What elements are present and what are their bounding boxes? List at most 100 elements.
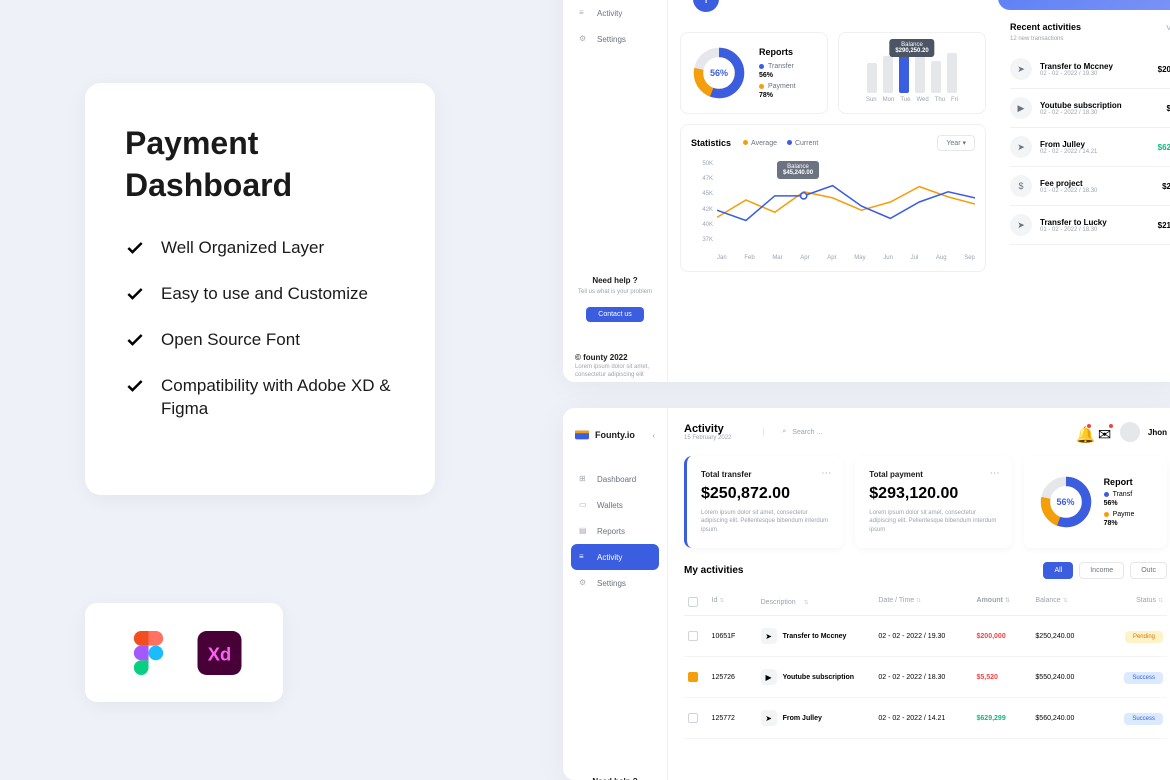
statistics-card: Statistics Average Current Year ▾ 50K47K… [680,124,986,272]
feature-text: Easy to use and Customize [161,282,368,306]
search-input[interactable]: ⌕ Search ... [763,428,822,436]
figma-icon [125,631,172,675]
checkbox[interactable] [688,631,698,641]
collapse-icon[interactable]: ‹ [652,431,655,440]
page-title: Activity [684,423,731,435]
user-item[interactable]: + [690,0,722,16]
filter-income[interactable]: Income [1079,562,1124,579]
user-item[interactable]: Lucky#1825 [901,0,933,16]
activity-filters: All Income Outc [1043,562,1167,579]
status-badge: Success [1124,713,1163,725]
feature-item: Open Source Font [125,328,395,352]
contact-button[interactable]: Contact us [586,307,643,322]
stat-card-transfer: ⋯ Total transfer $250,872.00 Lorem ipsum… [684,456,843,548]
avatar[interactable] [1120,422,1140,442]
check-icon [125,376,145,396]
xd-icon: Xd [196,631,243,675]
checkbox[interactable] [688,713,698,723]
balance-tooltip: Balance$290,250.20 [889,39,934,57]
sidebar-item-wallets[interactable]: ▭Wallets [571,492,659,518]
table-row[interactable]: 125772 ➤From Julley 02 - 02 - 2022 / 14.… [684,698,1167,739]
user-item[interactable]: Frankie#1825 [817,0,849,16]
sidebar-item-activity[interactable]: ≡Activity [571,544,659,570]
activity-row[interactable]: ▶Youtube subscription02 - 02 - 2022 / 18… [1010,89,1170,128]
sort-icon[interactable]: ⇅ [719,598,724,604]
stat-card-payment: ⋯ Total payment $293,120.00 Lorem ipsum … [855,456,1011,548]
checkbox[interactable] [688,672,698,682]
check-icon [125,284,145,304]
feature-item: Well Organized Layer [125,236,395,260]
sidebar-item-settings[interactable]: ⚙Settings [571,26,659,52]
more-icon[interactable]: ⋯ [821,468,831,479]
dashboard-right-panel: 2516 **** **** 6121 Recent activitiesV 1… [998,0,1170,382]
stat-card-reports: 56% Report Transf 56% Payme 78% [1024,456,1167,548]
sidebar-item-dashboard[interactable]: ⊞Dashboard [571,466,659,492]
activity-icon: ≡ [579,552,589,562]
recent-title: Recent activities [1010,22,1081,32]
sidebar: Founty.io ‹ ⊞Dashboard ▭Wallets ▤Reports… [563,408,668,780]
dashboard-preview-1: ▤Reports ≡Activity ⚙Settings Need help ?… [563,0,1170,382]
dashboard-main: Activity 15 February 2022 ⌕ Search ... 🔔… [668,408,1170,780]
reports-card: 56% Reports Transfer 56% Payment 78% [680,32,828,114]
row-icon: ➤ [761,628,777,644]
row-icon: ▶ [761,669,777,685]
table-row[interactable]: 125726 ▶Youtube subscription 02 - 02 - 2… [684,657,1167,698]
activity-row[interactable]: $Fee project01 - 02 - 2022 / 18.30$2 [1010,167,1170,206]
table-header: Id⇅ Description⇅ Date / Time⇅ Amount⇅ Ba… [684,589,1167,616]
feature-text: Open Source Font [161,328,300,352]
gear-icon: ⚙ [579,578,589,588]
activities-table: Id⇅ Description⇅ Date / Time⇅ Amount⇅ Ba… [684,589,1167,739]
more-icon[interactable]: ⋯ [990,468,1000,479]
donut-center-value: 56% [705,59,733,87]
notification-icon[interactable]: 🔔 [1076,425,1090,439]
sort-icon[interactable]: ⇅ [1158,598,1163,604]
activities-title: My activities [684,565,743,576]
grid-icon: ⊞ [579,474,589,484]
activities-section: My activities All Income Outc Id⇅ Descri… [684,562,1167,739]
activity-icon: $ [1010,175,1032,197]
checkbox-all[interactable] [688,597,698,607]
message-icon[interactable]: ✉ [1098,425,1112,439]
help-text: Tell us what is your problem [575,289,655,295]
footer-copyright: © founty 2022 [575,353,628,362]
balance-card: Balance$290,250.20 SunMonTueWedThuFri [838,32,986,114]
filter-all[interactable]: All [1043,562,1073,579]
activity-row[interactable]: ➤Transfer to Mccney02 - 02 - 2022 / 19.3… [1010,50,1170,89]
gear-icon: ⚙ [579,34,589,44]
sort-icon[interactable]: ⇅ [1005,598,1010,604]
users-row: + Samanta#1825 Amirta#1825 Frankie#1825 … [680,0,986,20]
filter-outcome[interactable]: Outc [1130,562,1167,579]
brand-icon [575,428,589,442]
stats-row: ⋯ Total transfer $250,872.00 Lorem ipsum… [668,456,1170,548]
balance-days: SunMonTueWedThuFri [849,97,975,103]
sidebar-item-reports[interactable]: ▤Reports [571,518,659,544]
activity-icon: ➤ [1010,214,1032,236]
year-selector[interactable]: Year ▾ [937,135,975,151]
apps-card: Xd [85,603,283,702]
wallet-icon: ▭ [579,500,589,510]
user-item[interactable]: Mccney#1825 [944,0,976,16]
dashboard-main: + Samanta#1825 Amirta#1825 Frankie#1825 … [668,0,998,382]
recent-subtitle: 12 new transactions [1010,36,1170,42]
sidebar-item-activity[interactable]: ≡Activity [571,0,659,26]
sort-icon[interactable]: ⇅ [1063,598,1068,604]
activity-icon: ▶ [1010,97,1032,119]
legend-dot-payment [759,84,764,89]
brand[interactable]: Founty.io ‹ [563,408,667,462]
feature-list: Well Organized Layer Easy to use and Cus… [125,236,395,421]
user-item[interactable]: Amarta#1825 [859,0,891,16]
user-item[interactable]: Samanta#1825 [732,0,764,16]
activity-row[interactable]: ➤From Julley02 - 02 - 2022 / 14.21$62 [1010,128,1170,167]
sort-icon[interactable]: ⇅ [804,599,809,606]
sidebar-item-settings[interactable]: ⚙Settings [571,570,659,596]
status-badge: Pending [1125,631,1163,643]
svg-text:Xd: Xd [208,643,231,664]
activity-row[interactable]: ➤Transfer to Lucky01 - 02 - 2022 / 18.30… [1010,206,1170,245]
sort-icon[interactable]: ⇅ [916,598,921,604]
table-row[interactable]: 10651F ➤Transfer to Mccney 02 - 02 - 202… [684,616,1167,657]
user-item[interactable]: Amirta#1825 [775,0,807,16]
legend-dot-transfer [759,64,764,69]
footer-text: Lorem ipsum dolor sit amet, consectetur … [575,364,667,380]
username: Jhon [1148,428,1167,437]
add-user-icon[interactable]: + [693,0,719,12]
